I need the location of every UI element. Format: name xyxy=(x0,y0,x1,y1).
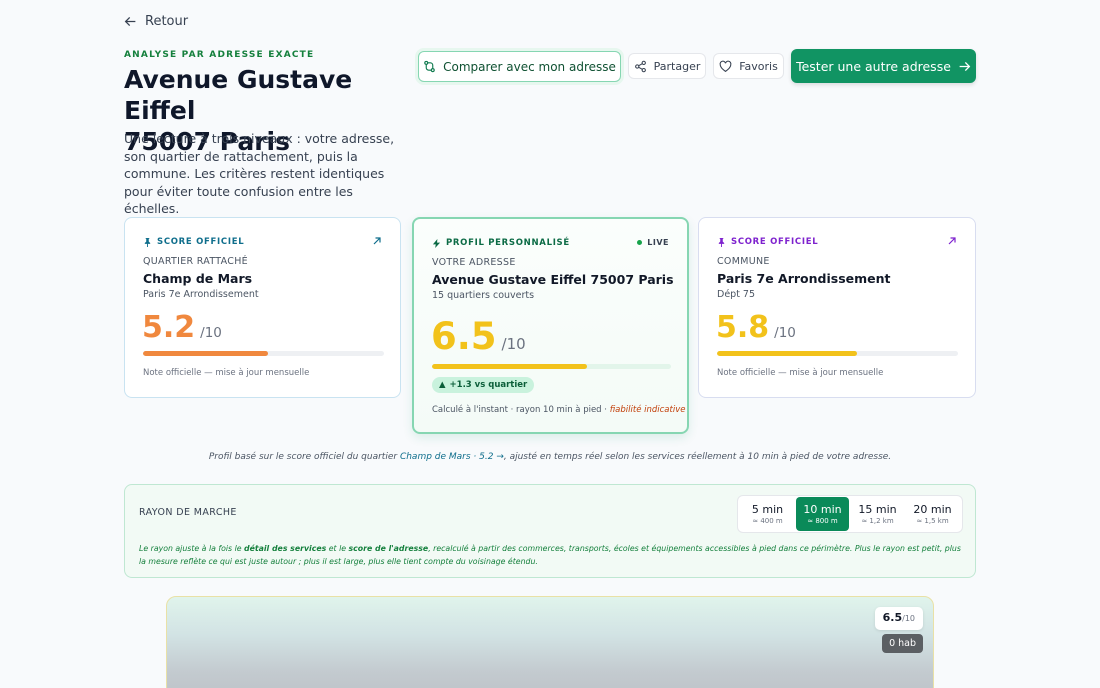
address-score-max: /10 xyxy=(501,335,526,353)
radius-option-5[interactable]: 5 min ≈ 400 m xyxy=(741,497,794,531)
test-other-label: Tester une autre adresse xyxy=(796,58,951,74)
commune-name: Paris 7e Arrondissement xyxy=(717,271,891,286)
delta-label: +1.3 vs quartier xyxy=(449,380,528,390)
radius-option-distance: ≈ 800 m xyxy=(807,517,838,525)
address-scope: VOTRE ADRESSE xyxy=(432,257,516,268)
radius-option-label: 5 min xyxy=(751,503,784,516)
live-label: LIVE xyxy=(647,238,669,247)
compare-icon xyxy=(424,60,435,73)
map-population-badge: 0 hab xyxy=(882,634,923,653)
page-eyebrow: ANALYSE PAR ADRESSE EXACTE xyxy=(124,50,315,60)
live-dot-icon xyxy=(637,240,643,245)
radius-selector: 5 min ≈ 400 m 10 min ≈ 800 m 15 min ≈ 1,… xyxy=(737,495,963,533)
commune-note: Note officielle — mise à jour mensuelle xyxy=(717,368,884,378)
radius-option-distance: ≈ 1,5 km xyxy=(916,517,949,525)
quartier-sub: Paris 7e Arrondissement xyxy=(143,289,259,300)
quartier-score-max: /10 xyxy=(200,325,222,341)
pin-icon xyxy=(718,237,725,247)
commune-sub: Dépt 75 xyxy=(717,289,756,300)
back-link[interactable]: Retour xyxy=(124,14,188,29)
external-link-icon[interactable] xyxy=(947,236,957,246)
quartier-score-card: SCORE OFFICIEL QUARTIER RATTACHÉ Champ d… xyxy=(124,217,401,398)
quartier-score-bar-fill xyxy=(143,351,269,356)
radius-option-distance: ≈ 1,2 km xyxy=(861,517,894,525)
radius-desc-bold-2: score de l'adresse xyxy=(348,544,429,553)
address-tag: PROFIL PERSONNALISÉ xyxy=(432,238,570,248)
favorites-button[interactable]: Favoris xyxy=(713,53,784,79)
share-icon xyxy=(634,60,646,72)
live-badge: LIVE xyxy=(637,238,669,247)
triangle-up-icon: ▲ xyxy=(439,380,446,390)
profile-note-after: , ajusté en temps réel selon les service… xyxy=(503,452,892,462)
address-sub: 15 quartiers couverts xyxy=(432,290,535,301)
delta-badge: ▲ +1.3 vs quartier xyxy=(432,377,535,393)
radius-option-15[interactable]: 15 min ≈ 1,2 km xyxy=(851,497,904,531)
commune-score: 5.8 /10 xyxy=(716,310,796,345)
quartier-score-link[interactable]: Champ de Mars · 5.2 → xyxy=(400,452,504,462)
address-map[interactable]: 6.5/10 0 hab xyxy=(166,596,934,688)
calc-label: Calculé à l'instant · rayon 10 min à pie… xyxy=(432,405,610,415)
quartier-score-bar xyxy=(143,351,384,356)
calc-info: Calculé à l'instant · rayon 10 min à pie… xyxy=(432,405,685,415)
compare-label: Comparer avec mon adresse xyxy=(443,59,616,74)
map-score-value: 6.5 xyxy=(882,611,903,624)
radius-desc-bold-1: détail des services xyxy=(244,544,327,553)
address-score-bar xyxy=(432,364,671,369)
back-label: Retour xyxy=(145,14,189,29)
radius-option-label: 20 min xyxy=(913,503,952,516)
radius-option-10[interactable]: 10 min ≈ 800 m xyxy=(796,497,849,531)
quartier-score: 5.2 /10 xyxy=(142,310,222,345)
address-score-bar-fill xyxy=(432,364,588,369)
radius-desc-1: Le rayon ajuste à la fois le xyxy=(139,544,245,553)
radius-label: RAYON DE MARCHE xyxy=(139,507,237,518)
title-street: Avenue Gustave Eiffel xyxy=(124,65,353,125)
address-name: Avenue Gustave Eiffel 75007 Paris xyxy=(432,272,674,287)
commune-score-bar-fill xyxy=(717,351,857,356)
address-tag-label: PROFIL PERSONNALISÉ xyxy=(446,238,570,248)
address-score-value: 6.5 xyxy=(431,315,497,358)
heart-icon xyxy=(719,60,732,72)
quartier-note: Note officielle — mise à jour mensuelle xyxy=(143,368,310,378)
quartier-score-value: 5.2 xyxy=(142,310,196,345)
compare-button[interactable]: Comparer avec mon adresse xyxy=(418,51,621,82)
radius-option-distance: ≈ 400 m xyxy=(752,517,783,525)
commune-tag: SCORE OFFICIEL xyxy=(717,237,818,247)
radius-option-label: 10 min xyxy=(803,503,842,516)
address-score: 6.5 /10 xyxy=(431,315,526,358)
test-other-address-button[interactable]: Tester une autre adresse xyxy=(791,49,976,83)
arrow-right-icon xyxy=(959,61,971,71)
page-lead: Une lecture à trois niveaux : votre adre… xyxy=(124,131,395,216)
commune-score-value: 5.8 xyxy=(716,310,770,345)
radius-option-label: 15 min xyxy=(858,503,897,516)
external-link-icon[interactable] xyxy=(372,236,382,246)
profile-note: Profil basé sur le score officiel du qua… xyxy=(0,452,1100,462)
map-score-max: /10 xyxy=(902,614,915,623)
share-button[interactable]: Partager xyxy=(628,53,706,79)
commune-scope: COMMUNE xyxy=(717,256,770,267)
commune-score-bar xyxy=(717,351,958,356)
pin-icon xyxy=(144,237,151,247)
profile-note-before: Profil basé sur le score officiel du qua… xyxy=(208,452,400,462)
radius-option-20[interactable]: 20 min ≈ 1,5 km xyxy=(906,497,959,531)
arrow-left-icon xyxy=(124,16,136,27)
radius-description: Le rayon ajuste à la fois le détail des … xyxy=(139,542,961,568)
quartier-name: Champ de Mars xyxy=(143,271,253,286)
commune-score-max: /10 xyxy=(774,325,796,341)
share-label: Partager xyxy=(653,59,701,73)
commune-score-card: SCORE OFFICIEL COMMUNE Paris 7e Arrondis… xyxy=(698,217,976,398)
quartier-tag: SCORE OFFICIEL xyxy=(143,237,244,247)
reliability-label: fiabilité indicative xyxy=(609,405,686,415)
map-score-badge: 6.5/10 xyxy=(874,607,923,630)
radius-desc-2: et le xyxy=(326,544,349,553)
favorites-label: Favoris xyxy=(739,59,778,73)
quartier-scope: QUARTIER RATTACHÉ xyxy=(143,256,248,267)
address-score-card: PROFIL PERSONNALISÉ LIVE VOTRE ADRESSE A… xyxy=(412,217,689,434)
bolt-icon xyxy=(432,238,441,248)
walking-radius-panel: RAYON DE MARCHE 5 min ≈ 400 m 10 min ≈ 8… xyxy=(124,484,976,578)
commune-tag-label: SCORE OFFICIEL xyxy=(731,237,819,247)
quartier-tag-label: SCORE OFFICIEL xyxy=(157,237,245,247)
